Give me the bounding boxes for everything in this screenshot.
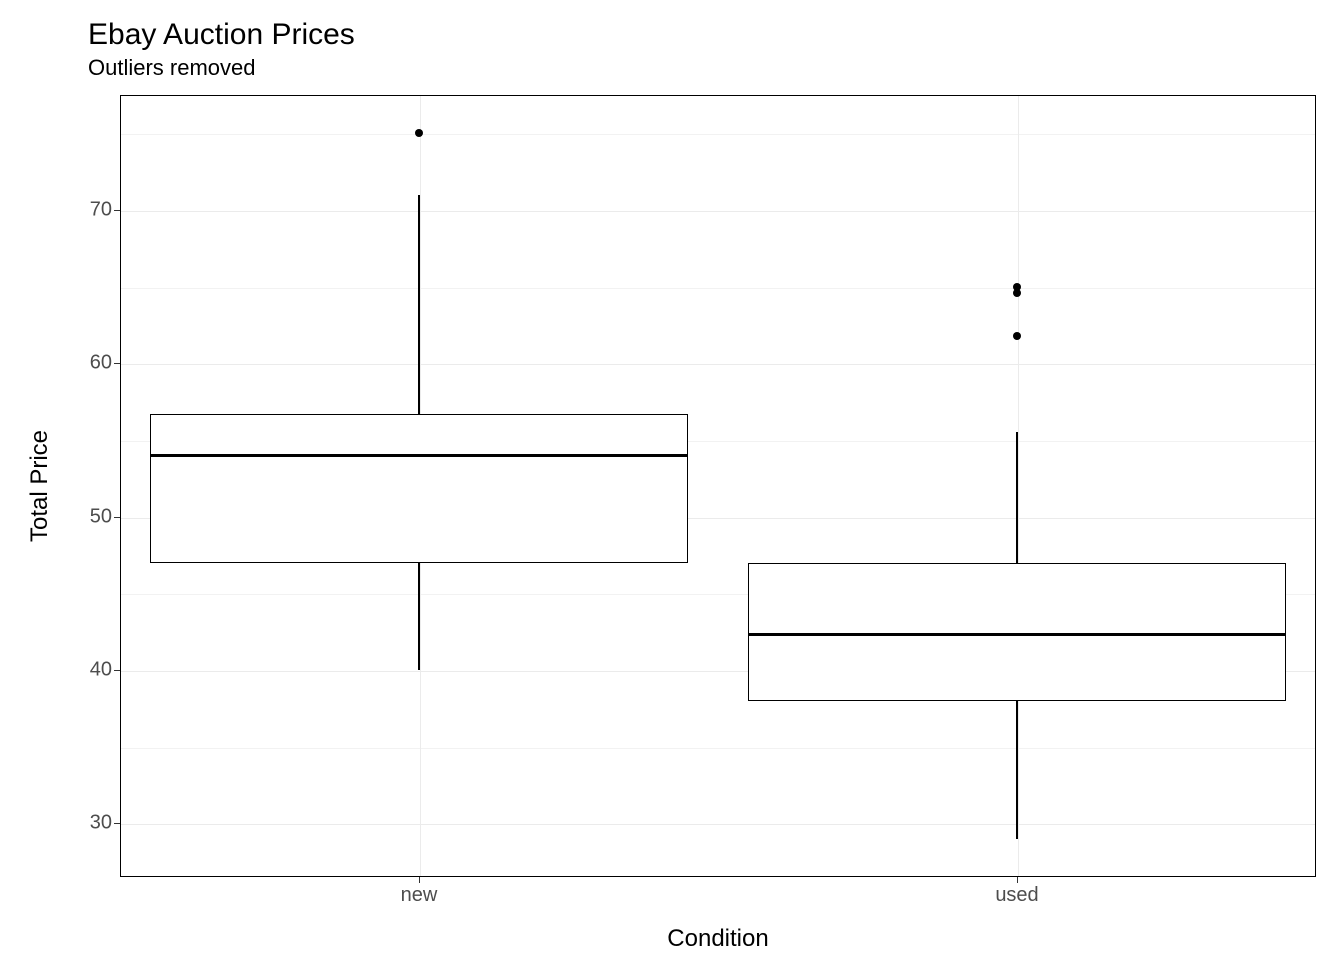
- x-tick-label: new: [401, 884, 438, 907]
- boxplot-box: [748, 563, 1286, 701]
- boxplot-box: [150, 414, 688, 563]
- outlier-point: [1013, 283, 1021, 291]
- x-tick-label: used: [995, 884, 1038, 907]
- y-tick-label: 30: [12, 812, 112, 835]
- boxplot-median: [748, 633, 1286, 636]
- outlier-point: [1013, 332, 1021, 340]
- y-tick-label: 40: [12, 659, 112, 682]
- chart-title: Ebay Auction Prices: [88, 18, 355, 52]
- outlier-point: [415, 129, 423, 137]
- boxplot-median: [150, 454, 688, 457]
- y-tick-label: 70: [12, 199, 112, 222]
- y-tick-label: 60: [12, 352, 112, 375]
- chart-container: Ebay Auction Prices Outliers removed Tot…: [0, 0, 1344, 960]
- chart-subtitle: Outliers removed: [88, 55, 256, 81]
- y-tick-label: 50: [12, 505, 112, 528]
- x-axis-title: Condition: [667, 925, 768, 953]
